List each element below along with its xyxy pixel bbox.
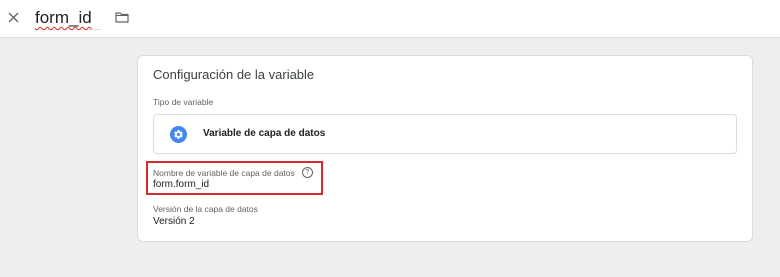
- help-icon[interactable]: ?: [301, 167, 313, 178]
- data-layer-version-label: Versión de la capa de datos: [153, 204, 258, 214]
- variable-type-label: Tipo de variable: [153, 97, 214, 107]
- settings-gear-icon: [170, 126, 187, 143]
- variable-name-input[interactable]: form_id: [35, 6, 101, 30]
- close-icon[interactable]: [4, 8, 22, 26]
- data-layer-name-value[interactable]: form.form_id: [153, 179, 209, 190]
- data-layer-version-value[interactable]: Versión 2: [153, 216, 195, 227]
- card-title: Configuración de la variable: [153, 67, 315, 82]
- data-layer-name-label: Nombre de variable de capa de datos: [153, 167, 295, 178]
- data-layer-name-label-row: Nombre de variable de capa de datos ?: [153, 167, 313, 178]
- folder-icon[interactable]: [113, 9, 131, 25]
- variable-name-text: form_id: [35, 8, 92, 27]
- variable-config-card: Configuración de la variable Tipo de var…: [137, 55, 753, 242]
- variable-type-value: Variable de capa de datos: [203, 128, 326, 139]
- variable-type-selector[interactable]: Variable de capa de datos: [153, 114, 737, 154]
- top-bar: form_id: [0, 0, 780, 38]
